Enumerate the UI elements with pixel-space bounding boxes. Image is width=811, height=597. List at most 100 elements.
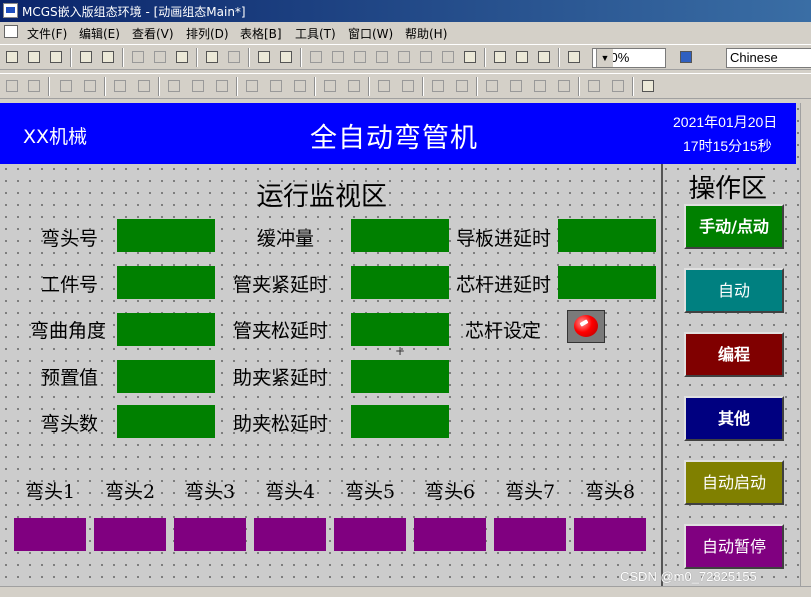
line-color-icon[interactable] (328, 48, 348, 67)
program-button[interactable]: 编程 (684, 332, 784, 377)
elbow-value-7[interactable] (494, 518, 566, 551)
send-back-icon[interactable] (506, 77, 526, 96)
line-style-icon[interactable] (394, 48, 414, 67)
grid-icon[interactable] (460, 48, 480, 67)
aux-loose-delay-display[interactable] (351, 405, 449, 438)
elbow-value-5[interactable] (334, 518, 406, 551)
distribute-icon[interactable] (452, 77, 472, 96)
redo-icon[interactable] (224, 48, 244, 67)
font-color-icon[interactable] (350, 48, 370, 67)
copy-icon[interactable] (150, 48, 170, 67)
paste-icon[interactable] (172, 48, 192, 67)
buffer-display[interactable] (351, 219, 449, 252)
elbow-no-display[interactable] (117, 219, 215, 252)
align-bottom-icon[interactable] (80, 77, 100, 96)
align-top-icon[interactable] (56, 77, 76, 96)
monitor-title: 运行监视区 (257, 182, 388, 212)
rotate-left-icon[interactable] (320, 77, 340, 96)
download-icon[interactable] (534, 48, 554, 67)
flip-vertical-icon[interactable] (398, 77, 418, 96)
workpiece-no-display[interactable] (117, 266, 215, 299)
layer-icon[interactable] (290, 77, 310, 96)
forward-icon[interactable] (530, 77, 550, 96)
print-icon[interactable] (76, 48, 96, 67)
guide-delay-display[interactable] (558, 219, 656, 252)
language-select[interactable]: Chinese (726, 48, 811, 68)
context-help-icon[interactable] (564, 48, 584, 67)
elbow-count-display[interactable] (117, 405, 215, 438)
font-icon[interactable] (372, 48, 392, 67)
elbow-value-1[interactable] (14, 518, 86, 551)
cut-icon[interactable] (128, 48, 148, 67)
vertical-scrollbar[interactable] (800, 103, 811, 586)
elbow-label-7: 弯头7 (505, 481, 556, 503)
document-icon[interactable] (4, 25, 18, 38)
fill-color-icon[interactable] (306, 48, 326, 67)
operation-panel: 操作区 手动/点动 自动 编程 其他 自动启动 自动暂停 (661, 164, 802, 586)
clamp-tight-delay-display[interactable] (351, 266, 449, 299)
menu-help[interactable]: 帮助(H) (405, 25, 447, 42)
design-canvas[interactable]: XX机械 全自动弯管机 2021年01月20日 17时15分15秒 运行监视区 … (0, 103, 800, 586)
line-width-icon[interactable] (416, 48, 436, 67)
elbow-value-3[interactable] (174, 518, 246, 551)
window-title: MCGS嵌入版组态环境 - [动画组态Main*] (22, 5, 246, 19)
tools-icon[interactable] (254, 48, 274, 67)
core-set-indicator[interactable] (567, 310, 605, 343)
undo-icon[interactable] (202, 48, 222, 67)
aux-tight-delay-display[interactable] (351, 360, 449, 393)
check-icon[interactable] (512, 48, 532, 67)
menu-file[interactable]: 文件(F) (27, 25, 67, 42)
unlock-icon[interactable] (608, 77, 628, 96)
toolbar-separator (422, 77, 424, 96)
ungroup-icon[interactable] (266, 77, 286, 96)
menu-edit[interactable]: 编辑(E) (79, 25, 120, 42)
lock-icon[interactable] (584, 77, 604, 96)
print-preview-icon[interactable] (98, 48, 118, 67)
app-icon (3, 3, 18, 18)
same-width-icon[interactable] (134, 77, 154, 96)
toolbar-separator (314, 77, 316, 96)
elbow-value-4[interactable] (254, 518, 326, 551)
vertical-space-icon[interactable] (188, 77, 208, 96)
select-icon[interactable] (276, 48, 296, 67)
save-icon[interactable] (46, 48, 66, 67)
other-button[interactable]: 其他 (684, 396, 784, 441)
auto-start-button[interactable]: 自动启动 (684, 460, 784, 505)
bring-front-icon[interactable] (482, 77, 502, 96)
properties-icon[interactable] (490, 48, 510, 67)
arrange-icon[interactable] (428, 77, 448, 96)
arrow-style-icon[interactable] (438, 48, 458, 67)
auto-button[interactable]: 自动 (684, 268, 784, 313)
preset-display[interactable] (117, 360, 215, 393)
backward-icon[interactable] (554, 77, 574, 96)
watermark: CSDN @m0_72825155 (620, 569, 757, 584)
align-right-icon[interactable] (24, 77, 44, 96)
open-icon[interactable] (24, 48, 44, 67)
core-delay-display[interactable] (558, 266, 656, 299)
center-icon[interactable] (164, 77, 184, 96)
align-left-icon[interactable] (2, 77, 22, 96)
zoom-select[interactable]: 100%▼ (592, 48, 666, 68)
elbow-value-6[interactable] (414, 518, 486, 551)
new-icon[interactable] (2, 48, 22, 67)
menu-view[interactable]: 查看(V) (132, 25, 174, 42)
grid-toggle-icon[interactable] (638, 77, 658, 96)
flip-horizontal-icon[interactable] (374, 77, 394, 96)
elbow-value-2[interactable] (94, 518, 166, 551)
language-icon[interactable] (676, 48, 696, 67)
menu-arrange[interactable]: 排列(D) (186, 25, 229, 42)
menu-window[interactable]: 窗口(W) (348, 25, 393, 42)
menu-tools[interactable]: 工具(T) (295, 25, 336, 42)
menu-table[interactable]: 表格[B] (240, 25, 282, 42)
same-height-icon[interactable] (110, 77, 130, 96)
horizontal-space-icon[interactable] (212, 77, 232, 96)
auto-pause-button[interactable]: 自动暂停 (684, 524, 784, 569)
chevron-down-icon[interactable]: ▼ (596, 49, 613, 67)
horizontal-scrollbar[interactable] (0, 586, 811, 597)
clamp-loose-delay-display[interactable] (351, 313, 449, 346)
bend-angle-display[interactable] (117, 313, 215, 346)
elbow-value-8[interactable] (574, 518, 646, 551)
manual-jog-button[interactable]: 手动/点动 (684, 204, 784, 249)
group-icon[interactable] (242, 77, 262, 96)
rotate-right-icon[interactable] (344, 77, 364, 96)
